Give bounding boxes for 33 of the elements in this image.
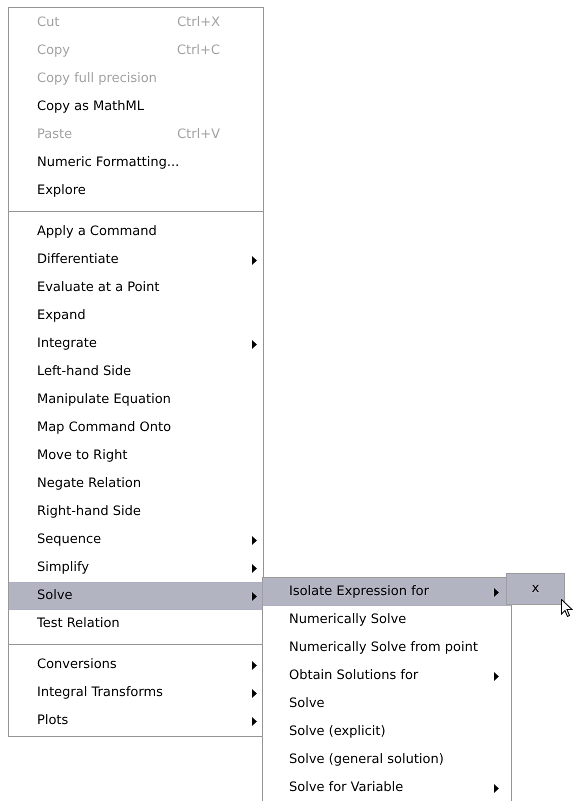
menu-item[interactable]: x: [507, 574, 564, 604]
menu-item[interactable]: Explore: [9, 177, 263, 205]
menu-item[interactable]: Left-hand Side: [9, 358, 263, 386]
shortcut-text: Ctrl+V: [177, 126, 220, 144]
menu-item[interactable]: Apply a Command: [9, 218, 263, 246]
menu-item[interactable]: Numerically Solve: [263, 606, 511, 634]
menu-item[interactable]: Solve (explicit): [263, 718, 511, 746]
menu-item[interactable]: Differentiate: [9, 246, 263, 274]
menu-item[interactable]: Numeric Formatting...: [9, 149, 263, 177]
menu-item[interactable]: Manipulate Equation: [9, 386, 263, 414]
menu-item[interactable]: Evaluate at a Point: [9, 274, 263, 302]
menu-item[interactable]: Conversions: [9, 651, 263, 679]
menu-item[interactable]: Copy as MathML: [9, 93, 263, 121]
menu-item[interactable]: Map Command Onto: [9, 414, 263, 442]
menu-item[interactable]: Solve for Variable: [263, 774, 511, 801]
shortcut-text: Ctrl+X: [177, 14, 220, 32]
menu-item[interactable]: Solve: [263, 690, 511, 718]
menu-item[interactable]: Test Relation: [9, 610, 263, 638]
menu-item[interactable]: Move to Right: [9, 442, 263, 470]
menu-item[interactable]: Isolate Expression for: [263, 578, 511, 606]
menu-item[interactable]: Sequence: [9, 526, 263, 554]
menu-item[interactable]: Integral Transforms: [9, 679, 263, 707]
menu-item[interactable]: Obtain Solutions for: [263, 662, 511, 690]
menu-item[interactable]: Simplify: [9, 554, 263, 582]
menu-item[interactable]: Expand: [9, 302, 263, 330]
menu-item[interactable]: Plots: [9, 707, 263, 735]
menu-item[interactable]: Solve (general solution): [263, 746, 511, 774]
menu-item[interactable]: Negate Relation: [9, 470, 263, 498]
menu-item[interactable]: Numerically Solve from point: [263, 634, 511, 662]
shortcut-text: Ctrl+C: [176, 42, 220, 60]
menu-item[interactable]: Right-hand Side: [9, 498, 263, 526]
menu-item[interactable]: Integrate: [9, 330, 263, 358]
menu-item[interactable]: Solve: [9, 582, 263, 610]
